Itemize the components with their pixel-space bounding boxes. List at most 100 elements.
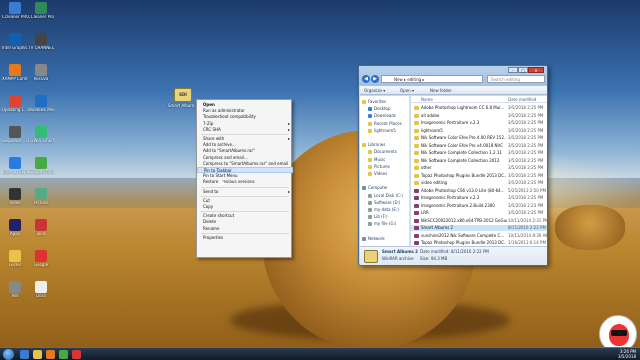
context-menu-item[interactable]: Copy — [197, 204, 293, 210]
organize-button[interactable]: Organize ▾ — [364, 87, 385, 94]
file-row[interactable]: video editing 3/5/2018 2:25 PM — [411, 180, 547, 186]
taskbar-app-icon[interactable] — [72, 350, 81, 359]
desktop-shortcut[interactable]: Sequence ... 1 — [2, 126, 28, 152]
desktop-shortcut[interactable]: Docs — [28, 281, 54, 307]
context-menu-item[interactable]: Pin to Taskbar — [197, 167, 293, 173]
context-menu-item[interactable]: Create shortcut — [197, 213, 293, 219]
context-menu-item[interactable]: CRC SHA ▸ — [197, 127, 293, 133]
nav-item[interactable]: Documents — [368, 149, 397, 155]
nav-item[interactable]: Downloads — [368, 113, 396, 119]
start-button[interactable] — [3, 349, 14, 360]
close-button[interactable]: ✕ — [528, 67, 544, 73]
file-row[interactable]: Nik Software Complete Collection 1.2.11 3… — [411, 150, 547, 156]
search-input[interactable]: Search editing — [487, 75, 545, 83]
desktop-shortcut[interactable]: Windows Media — [28, 95, 54, 121]
file-row[interactable]: Imagenomic Portraiture v.2.3 3/5/2018 2:2… — [411, 195, 547, 201]
file-row[interactable]: Adobe Photoshop CS6 v13.0 Lite (80-64...… — [411, 188, 547, 194]
desktop-shortcut[interactable]: Internet Explorer — [2, 157, 28, 183]
nav-item[interactable]: Desktop — [368, 106, 391, 112]
desktop-shortcut[interactable]: Google — [28, 250, 54, 276]
desktop-shortcut[interactable]: Tools — [28, 219, 54, 245]
context-menu-item[interactable]: Add to "SmartAlbums.rar" — [197, 148, 293, 154]
desktop-shortcut[interactable]: TV CHANNEL — [28, 33, 54, 59]
context-menu-item[interactable]: Pin to Start Menu — [197, 173, 293, 179]
maximize-button[interactable]: □ — [518, 67, 528, 73]
desktop-shortcut[interactable]: Picture — [28, 188, 54, 214]
file-name: Nik Software Complete Collection 1.2.11 — [421, 150, 502, 155]
taskbar-media-icon[interactable] — [46, 350, 55, 359]
context-menu-item[interactable]: Compress to "SmartAlbums.rar" and email — [197, 161, 293, 167]
context-menu-item[interactable]: Send to ▸ — [197, 189, 293, 195]
new-folder-button[interactable]: New folder — [430, 87, 452, 94]
taskbar-chrome-icon[interactable] — [59, 350, 68, 359]
context-menu-item[interactable]: 7-Zip ▸ — [197, 121, 293, 127]
context-menu-item[interactable]: Restore previous versions — [197, 179, 293, 185]
desktop-shortcut[interactable]: Apps — [2, 219, 28, 245]
nav-item[interactable]: my file (G:) — [368, 221, 396, 227]
nav-item[interactable]: lightroom5 — [368, 128, 396, 134]
file-row[interactable]: Adobe Photoshop Lightroom CC 6.8 Mul... 3… — [411, 105, 547, 111]
desktop-shortcut[interactable]: Google Chrome — [28, 157, 54, 183]
file-row[interactable]: NikSCC20022012.x86.x64-TPB-2012 GoGun...… — [411, 218, 547, 224]
nav-item[interactable]: Videos — [368, 171, 387, 177]
context-menu-item[interactable]: Cut — [197, 198, 293, 204]
desktop-shortcut[interactable]: Intel Graphics — [2, 33, 28, 59]
nav-item[interactable]: Favorites — [362, 99, 386, 105]
archive-icon — [414, 196, 419, 200]
file-row[interactable]: Topaz Photoshop Plugins Bundle 2013 DC..… — [411, 173, 547, 179]
explorer-titlebar[interactable]: – □ ✕ ◀ ▶ New ▸ editing ▸ Search editing — [359, 66, 547, 86]
file-row[interactable]: lightroom5 3/5/2018 2:25 PM — [411, 128, 547, 134]
desktop-shortcut[interactable]: Updating 1... — [2, 95, 28, 121]
file-row[interactable]: sunshine2012.Nik Software Complete C... 1… — [411, 233, 547, 239]
context-menu-item[interactable]: Run as administrator — [197, 108, 293, 114]
minimize-button[interactable]: – — [508, 67, 518, 73]
file-row[interactable]: Imagenomic Portraiture v.2.3 3/5/2018 2:2… — [411, 120, 547, 126]
system-clock[interactable]: 3:26 PM 3/5/2018 — [618, 349, 636, 359]
desktop-shortcut[interactable]: Ads — [2, 281, 28, 307]
nav-item[interactable]: Recent Places — [368, 121, 402, 127]
context-menu-item[interactable]: Delete — [197, 219, 293, 225]
file-row[interactable]: other 3/5/2018 2:25 PM — [411, 165, 547, 171]
taskbar-ie-icon[interactable] — [20, 350, 29, 359]
file-row[interactable]: LRR 3/5/2018 2:25 PM — [411, 210, 547, 216]
context-menu-item[interactable]: Compress and email... — [197, 155, 293, 161]
address-bar[interactable]: New ▸ editing ▸ — [381, 75, 483, 83]
file-row[interactable]: Nik Software Complete Collection 2012 3/5… — [411, 158, 547, 164]
nav-item[interactable]: Music — [368, 157, 385, 163]
nav-item[interactable]: Software (D:) — [368, 200, 400, 206]
context-menu-item[interactable]: Add to archive... — [197, 142, 293, 148]
window-controls: – □ ✕ — [508, 67, 544, 73]
file-row[interactable]: Nik Software Color Efex Pro v4.0018 NVC 3… — [411, 143, 547, 149]
nav-item[interactable]: my data (E:) — [368, 207, 399, 213]
file-row[interactable]: Smart Albums 2 8/11/2016 2:22 PM — [411, 225, 547, 231]
desktop-shortcut[interactable]: FixWin SmartWin... — [28, 126, 54, 152]
file-row[interactable]: all adobe 3/5/2018 2:25 PM — [411, 113, 547, 119]
desktop-shortcut[interactable]: Video — [2, 188, 28, 214]
nav-item[interactable]: Local Disk (C:) — [368, 193, 403, 199]
nav-item[interactable]: Lib (F:) — [368, 214, 388, 220]
column-name[interactable]: Name — [421, 96, 433, 103]
context-menu-item[interactable]: Rename — [197, 226, 293, 232]
open-button[interactable]: Open ▾ — [400, 87, 414, 94]
context-menu-item[interactable]: Open — [197, 102, 293, 108]
context-menu-item[interactable]: Share with ▸ — [197, 136, 293, 142]
desktop-shortcut[interactable]: XAMPP Control — [2, 64, 28, 90]
forward-button[interactable]: ▶ — [371, 75, 379, 83]
nav-item[interactable]: Computer — [362, 185, 388, 191]
desktop-shortcut[interactable]: Folder — [2, 250, 28, 276]
context-menu-item[interactable]: Properties — [197, 235, 293, 241]
back-button[interactable]: ◀ — [362, 75, 370, 83]
file-row[interactable]: Nik Software Color Efex Pro 4.00 REV 152… — [411, 135, 547, 141]
file-row[interactable]: Imagenomic.Portraiture.2.Build.2300 3/5/2… — [411, 203, 547, 209]
nav-item[interactable]: Libraries — [362, 142, 385, 148]
nav-item[interactable]: Network — [362, 236, 385, 242]
desktop-shortcut[interactable]: CCleaner Pro — [28, 2, 54, 28]
nav-item[interactable]: Pictures — [368, 164, 390, 170]
file-date: 5/25/2013 2:50 PM — [508, 187, 546, 193]
desktop-shortcut[interactable]: Ccleaner PRO Con — [2, 2, 28, 28]
column-date-modified[interactable]: Date modified — [508, 96, 536, 103]
context-menu-item[interactable]: Troubleshoot compatibility — [197, 114, 293, 120]
smart-albums-archive-icon[interactable]: SDI — [174, 88, 192, 102]
desktop-shortcut[interactable]: Recuva — [28, 64, 54, 90]
taskbar-explorer-icon[interactable] — [33, 350, 42, 359]
